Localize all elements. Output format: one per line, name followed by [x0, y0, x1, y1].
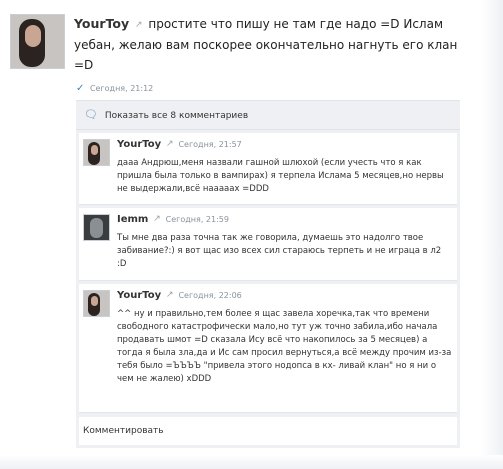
add-comment-label: Комментировать: [83, 426, 164, 436]
show-all-label: Показать все 8 комментариев: [104, 111, 249, 121]
comment-text: ^^ ну и правильно,тем более я щас завела…: [117, 309, 452, 384]
external-link-icon[interactable]: ↗: [153, 214, 161, 224]
comment-time[interactable]: Сегодня, 21:57: [178, 140, 241, 149]
comment-time[interactable]: Сегодня, 22:06: [178, 291, 241, 300]
page-bottom-shade: [0, 455, 503, 469]
comment-author[interactable]: YourToy: [117, 290, 161, 301]
show-all-comments-button[interactable]: 🗨 Показать все 8 комментариев: [76, 101, 460, 130]
comment-time[interactable]: Сегодня, 21:59: [166, 215, 229, 224]
comment-item: Iemm ↗ Сегодня, 21:59 Ты мне два раза то…: [79, 208, 457, 281]
comment-author[interactable]: YourToy: [117, 139, 161, 150]
external-link-icon[interactable]: ↗: [166, 139, 174, 149]
comment-item: YourToy ↗ Сегодня, 21:57 дааа Андрюш,мен…: [79, 133, 457, 205]
comment-header: YourToy ↗ Сегодня, 21:57: [117, 139, 242, 150]
post-time[interactable]: Сегодня, 21:12: [90, 84, 153, 93]
comment-author[interactable]: Iemm: [117, 214, 148, 225]
avatar[interactable]: [83, 290, 110, 317]
avatar[interactable]: [83, 139, 110, 166]
comment-text: Ты мне два раза точна так же говорила, д…: [117, 233, 442, 269]
comment-header: Iemm ↗ Сегодня, 21:59: [117, 214, 229, 225]
comments-panel: 🗨 Показать все 8 комментариев YourToy ↗ …: [76, 100, 460, 448]
comment-header: YourToy ↗ Сегодня, 22:06: [117, 290, 242, 301]
post-author[interactable]: YourToy: [74, 16, 129, 31]
comments-icon: 🗨: [84, 108, 98, 121]
page-edge-shade: [481, 0, 503, 469]
post-body: простите что пишу не там где надо =D Исл…: [74, 17, 458, 72]
comment-item: YourToy ↗ Сегодня, 22:06 ^^ ну и правиль…: [79, 284, 457, 413]
post-text: YourToy ↗ простите что пишу не там где н…: [74, 14, 479, 75]
avatar[interactable]: [83, 214, 110, 241]
add-comment-button[interactable]: Комментировать: [79, 417, 457, 445]
post-meta: ✓ Сегодня, 21:12: [76, 83, 153, 94]
comment-text: дааа Андрюш,меня назвали гашной шлюхой (…: [117, 158, 444, 194]
checkmark-icon: ✓: [76, 83, 85, 94]
external-link-icon[interactable]: ↗: [135, 20, 143, 30]
avatar[interactable]: [10, 14, 65, 69]
external-link-icon[interactable]: ↗: [166, 290, 174, 300]
